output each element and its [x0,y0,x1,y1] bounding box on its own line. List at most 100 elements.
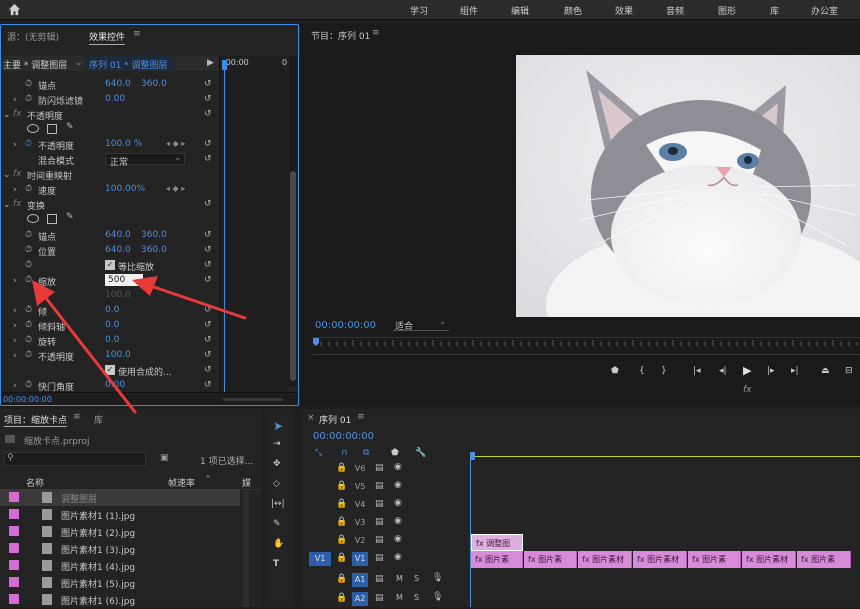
snap-icon[interactable]: ∩ [341,448,348,458]
list-item[interactable]: 图片素材1 (1).jpg [0,506,240,523]
reset-icon[interactable]: ↺ [204,350,213,360]
tab-libraries[interactable]: 库 [94,413,103,426]
track-label[interactable]: A2 [352,592,368,606]
go-to-in-icon[interactable]: |◂ [693,366,701,376]
lock-icon[interactable]: 🔒 [336,517,347,527]
home-icon[interactable] [8,3,21,16]
stopwatch-icon[interactable]: ⏱ [25,94,34,104]
sequence-clip-label[interactable]: 序列 01 * 调整图层 [85,56,175,71]
zoom-scrollbar[interactable] [223,398,283,401]
column-frame-rate[interactable]: 帧速率 [168,476,195,489]
add-marker-icon[interactable]: ⬟ [611,366,619,376]
ripple-edit-icon[interactable]: ✥ [273,459,281,469]
list-item[interactable]: 图片素材1 (5).jpg [0,574,240,591]
eye-icon[interactable]: ◉ [394,516,402,526]
fx-icon[interactable]: fx [13,199,22,209]
tab-source[interactable]: 源：(无剪辑) [7,30,59,43]
expand-icon[interactable]: › [13,140,19,150]
list-item[interactable]: 图片素材1 (6).jpg [0,591,240,608]
image-clip[interactable]: fx 图片素材 [742,551,796,568]
property-value[interactable]: 100.0 [105,350,131,360]
effect-row-time-remap[interactable]: ⌄ fx 时间重映射 [1,167,219,182]
expand-icon[interactable]: › [13,276,19,286]
stopwatch-icon[interactable]: ⏱ [25,79,34,89]
workspace-graphics[interactable]: 图形 [718,4,736,17]
reset-icon[interactable]: ↺ [204,139,213,149]
expand-icon[interactable]: › [13,185,19,195]
panel-menu-icon[interactable]: ≡ [133,29,141,39]
composite-checkbox[interactable]: ✓ [105,365,115,375]
linked-selection-icon[interactable]: ⧉ [363,448,369,458]
expand-icon[interactable]: › [13,95,19,105]
uniform-scale-checkbox[interactable]: ✓ [105,260,115,270]
expand-icon[interactable]: › [13,351,19,361]
new-bin-icon[interactable]: ▣ [160,453,169,463]
sync-lock-icon[interactable]: ▤ [375,593,384,603]
nest-icon[interactable]: ⤡ [315,448,322,458]
sync-lock-icon[interactable]: ▤ [375,553,384,563]
add-marker-icon[interactable]: ⬟ [391,448,399,458]
mini-playhead[interactable] [222,60,227,70]
sync-lock-icon[interactable]: ▤ [375,517,384,527]
sync-lock-icon[interactable]: ▤ [375,463,384,473]
sync-lock-icon[interactable]: ▤ [375,499,384,509]
workspace-office[interactable]: 办公室 [811,4,838,17]
image-clip[interactable]: fx 图片素 [688,551,741,568]
lock-icon[interactable]: 🔒 [336,499,347,509]
blend-mode-select[interactable]: 正常 [105,153,185,168]
reset-icon[interactable]: ↺ [204,154,213,164]
effect-row-opacity[interactable]: ⌄ fx 不透明度 ↺ [1,107,219,122]
workspace-libraries[interactable]: 库 [770,4,779,17]
expand-icon[interactable]: › [13,381,19,391]
sync-lock-icon[interactable]: ▤ [375,481,384,491]
reset-icon[interactable]: ↺ [204,109,213,119]
workspace-editing[interactable]: 编辑 [511,4,529,17]
workspace-audio[interactable]: 音频 [666,4,684,17]
panel-menu-icon[interactable]: ≡ [73,412,81,422]
track-label[interactable]: V1 [352,552,368,566]
property-value-y[interactable]: 360.0 [141,79,167,89]
program-monitor-title[interactable]: 节目：序列 01 [311,29,370,42]
lift-icon[interactable]: ⏏ [821,366,830,376]
reset-icon[interactable]: ↺ [204,275,213,285]
image-clip[interactable]: fx 图片素 [524,551,577,568]
expand-icon[interactable]: › [13,306,19,316]
selection-tool-icon[interactable]: ➤ [273,419,283,433]
eye-icon[interactable]: ◉ [394,480,402,490]
column-media[interactable]: 媒 [242,476,251,489]
clip-selector[interactable]: 主要 * 调整图层 ⌄ 序列 01 * 调整图层 ▶ [1,56,219,71]
solo-button[interactable]: S [414,593,419,602]
search-input[interactable]: ⚲ [4,452,146,466]
property-value-x[interactable]: 640.0 [105,79,131,89]
play-icon[interactable]: ▶ [207,58,214,68]
lock-icon[interactable]: 🔒 [336,535,347,545]
close-icon[interactable]: × [307,413,315,423]
fx-toggle-icon[interactable]: fx [743,385,752,395]
stopwatch-icon[interactable]: ⏱ [25,380,34,390]
collapse-icon[interactable]: ⌄ [3,170,11,180]
collapse-icon[interactable]: ⌄ [3,110,11,120]
ellipse-mask-icon[interactable] [27,214,39,223]
reset-icon[interactable]: ↺ [204,320,213,330]
type-tool-icon[interactable]: T [273,559,279,569]
stopwatch-icon[interactable]: ⏱ [25,320,34,330]
effect-row-transform[interactable]: ⌄ fx 变换 ↺ [1,197,219,212]
property-value[interactable]: 0.0 [105,320,119,330]
lock-icon[interactable]: 🔒 [336,593,347,603]
collapse-icon[interactable]: ⌄ [3,200,11,210]
extract-icon[interactable]: ⊟ [845,366,853,376]
keyframe-nav-icon[interactable]: ◂ ◆ ▸ [166,139,185,148]
step-back-icon[interactable]: ◂| [719,366,727,376]
tab-project[interactable]: 项目：缩放卡点 [4,413,68,427]
property-value[interactable]: 0.00 [105,94,125,104]
footer-timecode[interactable]: 00:00:00:00 [3,395,52,404]
play-icon[interactable]: ▶ [743,364,751,377]
reset-icon[interactable]: ↺ [204,230,213,240]
mark-in-icon[interactable]: { [639,366,645,376]
eye-icon[interactable]: ◉ [394,534,402,544]
reset-icon[interactable]: ↺ [204,79,213,89]
go-to-out-icon[interactable]: ▸| [791,366,799,376]
pen-mask-icon[interactable]: ✎ [66,122,74,132]
reset-icon[interactable]: ↺ [204,260,213,270]
stopwatch-icon[interactable]: ⏱ [25,230,34,240]
